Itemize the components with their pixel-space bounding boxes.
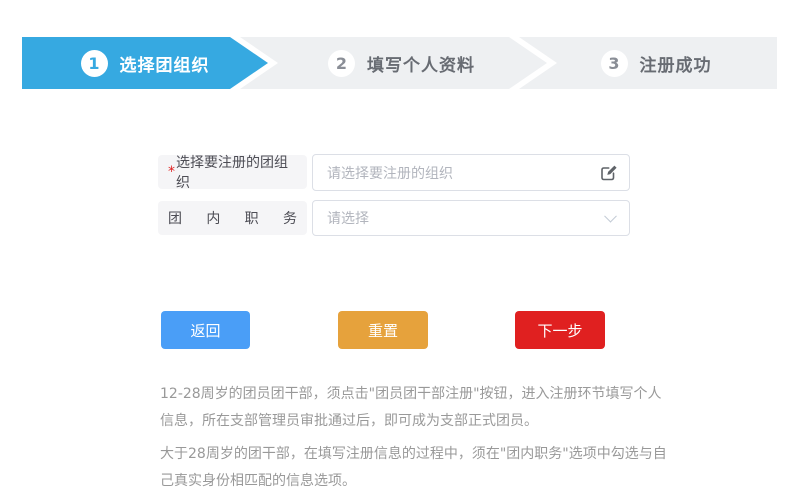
step-label: 注册成功 xyxy=(639,55,712,76)
step-fill-profile: 2 填写个人资料 xyxy=(230,37,547,89)
reset-button[interactable]: 重置 xyxy=(338,311,428,349)
position-label-char: 务 xyxy=(282,211,297,227)
note-members: 12-28周岁的团员团干部，须点击"团员团干部注册"按钮，进入注册环节填写个人信… xyxy=(160,386,662,429)
position-label-char: 团 xyxy=(168,211,182,227)
position-label-char: 职 xyxy=(244,211,259,227)
required-mark: * xyxy=(168,164,175,180)
step-number-badge: 2 xyxy=(328,50,355,77)
position-label-char: 内 xyxy=(206,211,221,227)
position-placeholder: 请选择 xyxy=(327,211,369,227)
position-select[interactable]: 请选择 xyxy=(312,200,630,236)
step-label: 选择团组织 xyxy=(119,55,210,76)
next-step-button[interactable]: 下一步 xyxy=(515,311,605,349)
organization-input[interactable]: 请选择要注册的组织 xyxy=(312,154,630,191)
registration-page: 1 选择团组织 2 填写个人资料 3 注册成功 * 选择要注册的团组织 请选择要… xyxy=(0,0,799,501)
step-wizard: 1 选择团组织 2 填写个人资料 3 注册成功 xyxy=(22,37,777,89)
step-select-organization: 1 选择团组织 xyxy=(22,37,268,89)
step-number-badge: 1 xyxy=(81,50,108,77)
organization-placeholder: 请选择要注册的组织 xyxy=(327,165,453,182)
step-register-success: 3 注册成功 xyxy=(519,37,777,89)
organization-label-text: 选择要注册的团组织 xyxy=(176,155,288,191)
note-over-28: 大于28周岁的团干部，在填写注册信息的过程中，须在"团内职务"选项中勾选与自己真… xyxy=(160,446,667,489)
organization-field-label: * 选择要注册的团组织 xyxy=(158,155,307,191)
notes-section: 12-28周岁的团员团干部，须点击"团员团干部注册"按钮，进入注册环节填写个人信… xyxy=(160,381,668,501)
edit-icon[interactable] xyxy=(599,163,619,183)
step-label: 填写个人资料 xyxy=(367,55,475,76)
position-field-label: 团 内 职 务 xyxy=(158,201,307,235)
back-button[interactable]: 返回 xyxy=(161,311,250,349)
step-number-badge: 3 xyxy=(600,49,628,77)
